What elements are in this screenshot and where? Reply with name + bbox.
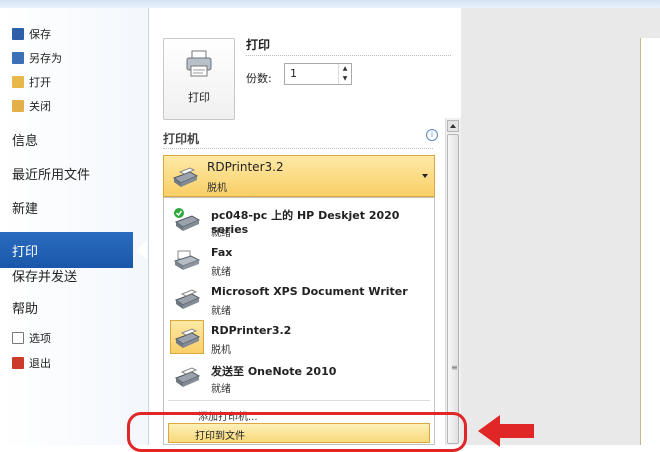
nav-recent[interactable]: 最近所用文件 (12, 160, 90, 186)
nav-exit[interactable]: 退出 (12, 353, 51, 373)
nav-new[interactable]: 新建 (12, 194, 38, 220)
options-icon (12, 332, 24, 344)
printer-item[interactable]: 发送至 OneNote 2010 就绪 (168, 358, 432, 396)
print-button[interactable]: 打印 (163, 38, 235, 120)
printer-icon (174, 367, 201, 387)
scroll-thumb[interactable]: ≡ (447, 134, 459, 444)
scroll-up-icon[interactable] (447, 120, 459, 132)
nav-info[interactable]: 信息 (12, 126, 38, 152)
nav-recent-label: 最近所用文件 (12, 167, 91, 183)
grip-icon: ≡ (451, 363, 458, 372)
printer-status: 就绪 (211, 267, 231, 278)
nav-close[interactable]: 关闭 (12, 96, 51, 116)
printer-status: 就绪 (211, 228, 231, 239)
print-title: 打印 (246, 38, 271, 52)
printer-icon (174, 289, 201, 309)
printer-large-icon (186, 50, 212, 77)
preview-page (640, 38, 660, 445)
printer-name: pc048-pc 上的 HP Deskjet 2020 series (211, 209, 400, 236)
nav-print-label: 打印 (12, 244, 39, 260)
nav-help-label: 帮助 (12, 301, 39, 317)
selected-printer-name: RDPrinter3.2 (207, 160, 284, 174)
printer-select[interactable]: RDPrinter3.2 脱机 (163, 155, 435, 197)
nav-options[interactable]: 选项 (12, 328, 51, 348)
selected-printer-status: 脱机 (207, 183, 227, 194)
nav-save-as-label: 另存为 (29, 52, 62, 65)
nav-save-as[interactable]: 另存为 (12, 48, 62, 68)
exit-icon (12, 357, 24, 369)
print-preview-area (461, 8, 660, 445)
title-divider (246, 55, 451, 56)
nav-options-label: 选项 (29, 332, 51, 345)
printer-dropdown-list: pc048-pc 上的 HP Deskjet 2020 series 就绪 Fa… (163, 197, 435, 445)
printer-section-header: 打印机 (163, 132, 200, 146)
nav-open[interactable]: 打开 (12, 72, 51, 92)
title-strip (0, 0, 660, 8)
backstage-nav: 保存 另存为 打开 关闭 信息 最近所用文件 新建 打印 保存并发送 帮助 选项… (0, 8, 149, 445)
nav-close-label: 关闭 (29, 100, 51, 113)
nav-help[interactable]: 帮助 (12, 294, 38, 320)
copies-value: 1 (290, 67, 297, 80)
red-arrow-icon (478, 415, 534, 447)
nav-info-label: 信息 (12, 133, 39, 149)
section-divider (163, 148, 433, 149)
printer-item[interactable]: Fax 就绪 (168, 241, 432, 279)
printer-item[interactable]: pc048-pc 上的 HP Deskjet 2020 series 就绪 (168, 202, 432, 240)
printer-status: 就绪 (211, 306, 231, 317)
save-as-icon (12, 52, 24, 64)
printer-name: 发送至 OneNote 2010 (211, 365, 337, 378)
nav-save-send-label: 保存并发送 (12, 269, 78, 285)
printer-item-selected[interactable]: RDPrinter3.2 脱机 (168, 319, 432, 357)
nav-save-label: 保存 (29, 28, 51, 41)
spin-down-icon[interactable]: ▼ (339, 74, 351, 84)
print-panel: 打印 打印 份数: 1 ▲ ▼ 打印机 i RDPrinter3.2 脱机 pc… (150, 8, 460, 445)
printer-name: Microsoft XPS Document Writer (211, 285, 408, 298)
panel-scrollbar[interactable]: ≡ (445, 118, 461, 445)
nav-exit-label: 退出 (29, 357, 51, 370)
highlight-oval (127, 412, 467, 452)
folder-open-icon (12, 76, 24, 88)
printer-default-icon (174, 208, 201, 231)
printer-status: 就绪 (211, 384, 231, 395)
selection-pointer (137, 240, 147, 260)
printer-status: 脱机 (211, 345, 231, 356)
print-button-label: 打印 (188, 91, 210, 104)
printer-name: RDPrinter3.2 (211, 324, 292, 337)
spin-up-icon[interactable]: ▲ (339, 64, 351, 74)
folder-close-icon (12, 100, 24, 112)
nav-open-label: 打开 (29, 76, 51, 89)
fax-icon (173, 250, 201, 270)
chevron-down-icon (422, 174, 428, 178)
nav-new-label: 新建 (12, 201, 39, 217)
printer-name: Fax (211, 246, 233, 259)
nav-save-send[interactable]: 保存并发送 (12, 262, 77, 288)
copies-label: 份数: (246, 72, 272, 85)
printer-icon (174, 328, 201, 348)
list-divider (168, 400, 430, 401)
printer-item[interactable]: Microsoft XPS Document Writer 就绪 (168, 280, 432, 318)
nav-save[interactable]: 保存 (12, 24, 51, 44)
copies-stepper[interactable]: 1 ▲ ▼ (284, 63, 352, 85)
info-icon[interactable]: i (426, 129, 438, 141)
copies-spin: ▲ ▼ (338, 64, 351, 84)
printer-icon (172, 167, 199, 187)
save-icon (12, 28, 24, 40)
